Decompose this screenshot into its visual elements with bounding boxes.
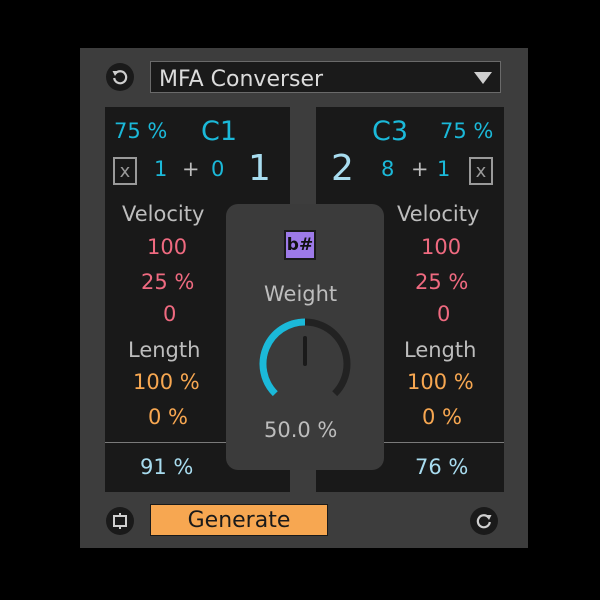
left-octave-b[interactable]: 0 xyxy=(211,159,224,180)
accidental-toggle[interactable]: b# xyxy=(284,230,316,260)
generate-button[interactable]: Generate xyxy=(150,504,328,536)
right-velocity-value[interactable]: 100 xyxy=(421,237,461,258)
weight-knob[interactable] xyxy=(255,314,355,414)
weight-knob-fill xyxy=(259,318,306,397)
right-toggle[interactable]: x xyxy=(469,157,493,185)
left-octave-a[interactable]: 1 xyxy=(154,159,167,180)
left-length-random[interactable]: 0 % xyxy=(148,407,188,428)
right-length-random[interactable]: 0 % xyxy=(422,407,462,428)
left-velocity-label: Velocity xyxy=(122,202,205,226)
right-voice-number: 2 xyxy=(331,148,354,189)
left-note[interactable]: C1 xyxy=(201,118,237,145)
left-velocity-value[interactable]: 100 xyxy=(147,237,187,258)
generate-label: Generate xyxy=(187,507,291,533)
preset-dropdown[interactable]: MFA Converser xyxy=(150,61,501,93)
weight-label: Weight xyxy=(264,282,338,306)
weight-value[interactable]: 50.0 % xyxy=(264,420,337,441)
triangle-down-icon xyxy=(474,72,492,84)
left-plus: + xyxy=(182,157,200,181)
right-length-value[interactable]: 100 % xyxy=(407,372,474,393)
loop-button[interactable] xyxy=(106,507,134,535)
right-octave-a[interactable]: 8 xyxy=(381,159,394,180)
right-length-label: Length xyxy=(404,338,477,362)
left-length-label: Length xyxy=(128,338,201,362)
left-probability[interactable]: 75 % xyxy=(114,121,167,142)
left-toggle[interactable]: x xyxy=(113,157,137,185)
right-velocity-random[interactable]: 25 % xyxy=(415,272,468,293)
left-velocity-offset[interactable]: 0 xyxy=(163,304,176,325)
right-note[interactable]: C3 xyxy=(372,118,408,145)
left-length-value[interactable]: 100 % xyxy=(133,372,200,393)
reset-icon xyxy=(112,70,128,85)
device-panel: MFA Converser 75 % C1 x 1 + 0 1 Velocity… xyxy=(80,48,528,548)
right-toggle-label: x xyxy=(475,160,487,182)
redo-button[interactable] xyxy=(470,507,498,535)
right-velocity-offset[interactable]: 0 xyxy=(437,304,450,325)
redo-icon xyxy=(476,514,492,529)
right-plus: + xyxy=(411,157,429,181)
reset-button[interactable] xyxy=(106,63,134,91)
loop-icon xyxy=(113,513,127,529)
left-velocity-random[interactable]: 25 % xyxy=(141,272,194,293)
left-footer-value[interactable]: 91 % xyxy=(140,457,193,478)
right-octave-b[interactable]: 1 xyxy=(437,159,450,180)
left-voice-number: 1 xyxy=(248,148,271,189)
right-probability[interactable]: 75 % xyxy=(440,121,493,142)
preset-name: MFA Converser xyxy=(159,67,324,92)
right-footer-value[interactable]: 76 % xyxy=(415,457,468,478)
right-velocity-label: Velocity xyxy=(397,202,480,226)
left-toggle-label: x xyxy=(119,160,131,182)
weight-card: b# Weight 50.0 % xyxy=(226,204,384,470)
accidental-label: b# xyxy=(286,235,314,255)
